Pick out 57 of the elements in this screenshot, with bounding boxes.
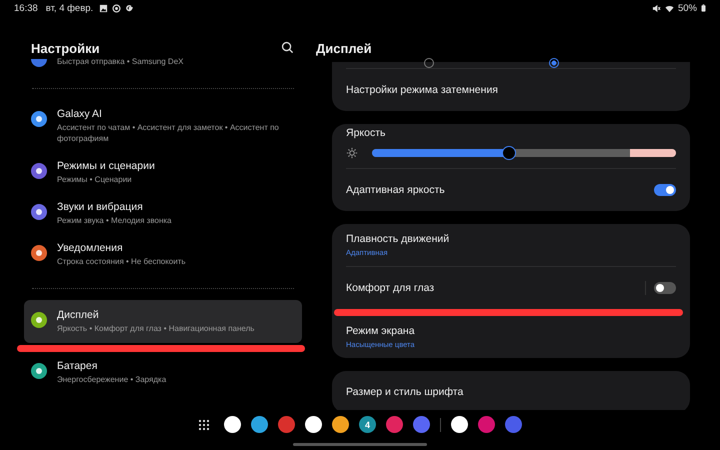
settings-item[interactable]: Дисплей Яркость • Комфорт для глаз • Навигационная панель	[24, 300, 302, 343]
item-subtitle: Строка состояния • Не беспокоить	[57, 256, 186, 267]
item-subtitle: Режим звука • Мелодия звонка	[57, 215, 172, 226]
status-date: вт, 4 февр.	[46, 2, 94, 14]
item-title: Батарея	[57, 360, 98, 372]
pane-title: Настройки	[31, 41, 100, 56]
item-title: Звуки и вибрация	[57, 201, 144, 213]
image-icon	[99, 4, 108, 12]
item-title: Режимы и сценарии	[57, 160, 155, 172]
radio-button[interactable]	[424, 58, 434, 68]
pane-title: Дисплей	[316, 41, 372, 56]
settings-item[interactable]: Режимы и сценарии Режимы • Сценарии	[24, 152, 302, 193]
settings-item[interactable]: Уведомления Строка состояния • Не беспокоить	[24, 234, 302, 275]
settings-item[interactable]: Батарея Энергосбережение • Зарядка	[24, 352, 302, 393]
setting-row[interactable]: Адаптивная яркость	[346, 169, 676, 211]
setting-row[interactable]: Настройки режима затемнения	[346, 69, 676, 111]
setting-label: Режим экрана	[346, 325, 416, 337]
app-icon[interactable]	[305, 416, 322, 433]
sun-icon	[346, 147, 358, 159]
setting-label: Размер и стиль шрифта	[346, 386, 464, 398]
app-icon[interactable]	[451, 416, 468, 433]
circle-icon	[112, 4, 122, 12]
google-icon	[125, 4, 134, 12]
toggle-switch[interactable]	[654, 184, 676, 196]
slider-thumb[interactable]	[502, 146, 516, 160]
item-title: Galaxy AI	[57, 108, 103, 120]
search-icon[interactable]	[281, 41, 294, 54]
battery-percent: 50%	[678, 2, 697, 14]
setting-label: Яркость	[346, 127, 387, 139]
setting-row[interactable]: Комфорт для глаз	[346, 267, 676, 309]
item-subtitle: Режимы • Сценарии	[57, 174, 133, 185]
mute-icon	[652, 4, 661, 12]
app-icon[interactable]	[332, 416, 349, 433]
status-time: 16:38	[14, 2, 38, 14]
setting-label: Комфорт для глаз	[346, 282, 436, 294]
toggle-switch[interactable]	[654, 282, 676, 294]
setting-row[interactable]: Размер и стиль шрифта	[346, 371, 676, 410]
item-subtitle: Быстрая отправка • Samsung DeX	[57, 56, 184, 67]
wifi-icon	[664, 4, 674, 12]
settings-item[interactable]: Звуки и вибрация Режим звука • Мелодия звонка	[24, 193, 302, 234]
radio-button[interactable]	[548, 58, 558, 68]
setting-label: Адаптивная яркость	[346, 184, 446, 196]
item-title: Уведомления	[57, 242, 124, 254]
app-icon[interactable]	[251, 416, 268, 433]
setting-label: Плавность движений	[346, 233, 450, 245]
item-subtitle: Энергосбережение • Зарядка	[57, 374, 166, 385]
item-title: Дисплей	[57, 309, 100, 321]
app-grid-icon[interactable]	[198, 418, 210, 430]
brightness-slider[interactable]	[372, 149, 676, 157]
app-icon[interactable]: 4	[359, 416, 376, 433]
app-icon[interactable]	[224, 416, 241, 433]
item-subtitle: Яркость • Комфорт для глаз • Навигационная панель	[57, 323, 254, 334]
setting-label: Настройки режима затемнения	[346, 84, 499, 96]
item-subtitle: Ассистент по чатам • Ассистент для заметок • Ассистент по фотографиям	[57, 122, 280, 144]
settings-item[interactable]: Быстрая отправка • Samsung DeX	[24, 56, 302, 75]
settings-item[interactable]: Galaxy AI Ассистент по чатам • Ассистент для заметок • Ассистент по фотографиям	[24, 100, 302, 152]
battery-icon	[701, 4, 706, 12]
